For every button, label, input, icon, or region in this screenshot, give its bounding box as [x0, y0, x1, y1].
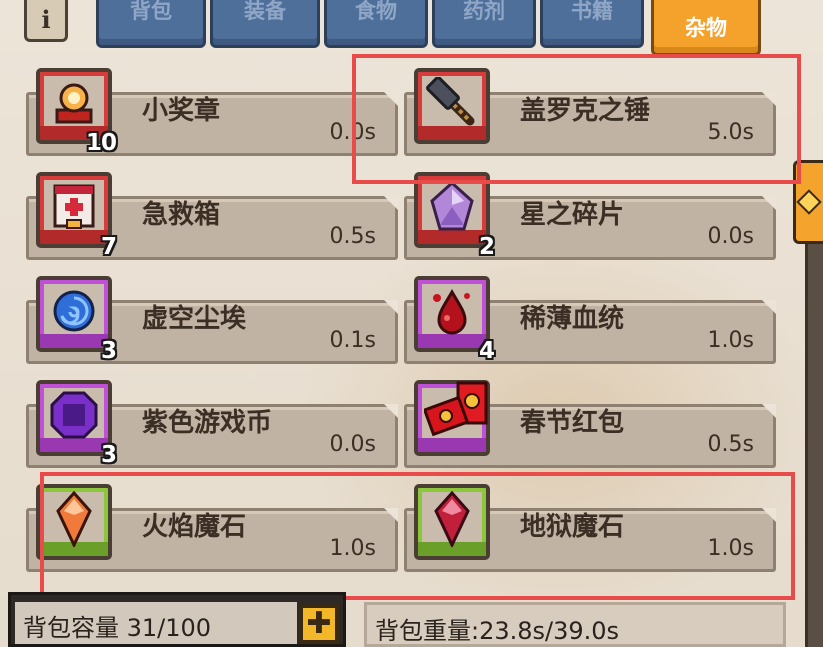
category-tab-bar: i 背包 装备 食物 药剂 书籍 杂物: [0, 0, 823, 56]
item-card-spring-red-envelope[interactable]: 春节红包 0.5s: [404, 380, 776, 472]
item-card-first-aid-kit[interactable]: 7 急救箱 0.5s: [26, 172, 398, 264]
item-name: 虚空尘埃: [142, 304, 247, 334]
item-icon-slot: [414, 380, 490, 456]
tab-potions[interactable]: 药剂: [432, 0, 536, 48]
weight-total-label: 背包重量:23.8s/39.0s: [375, 617, 620, 645]
item-name: 春节红包: [520, 408, 625, 438]
item-weight: 0.0s: [329, 432, 376, 457]
void-dust-icon: [53, 290, 95, 332]
item-card-void-dust[interactable]: 3 虚空尘埃 0.1s: [26, 276, 398, 368]
red-envelope-icon: [424, 381, 488, 437]
item-weight: 0.5s: [329, 224, 376, 249]
item-count: 2: [478, 234, 495, 260]
backpack-weight-panel: 背包重量:23.8s/39.0s: [364, 602, 786, 647]
highlight-box-hammer: [352, 54, 801, 184]
tab-equipment[interactable]: 装备: [210, 0, 320, 48]
item-name: 小奖章: [142, 96, 221, 126]
capacity-label: 背包容量 31/100: [23, 614, 212, 642]
item-card-star-shard[interactable]: 2 星之碎片 0.0s: [404, 172, 776, 264]
item-name: 星之碎片: [520, 200, 625, 230]
tab-food[interactable]: 食物: [324, 0, 428, 48]
item-card-purple-coin[interactable]: 3 紫色游戏币 0.0s: [26, 380, 398, 472]
scroll-rail[interactable]: [805, 244, 823, 647]
highlight-box-gems: [40, 472, 795, 600]
star-shard-icon: [430, 181, 474, 231]
item-weight: 0.1s: [329, 328, 376, 353]
purple-coin-icon: [50, 391, 98, 439]
item-weight: 0.5s: [707, 432, 754, 457]
tab-misc[interactable]: 杂物: [651, 0, 761, 56]
item-count: 3: [100, 338, 117, 364]
item-card-small-medal[interactable]: 10 小奖章 0.0s: [26, 68, 398, 160]
item-weight: 1.0s: [707, 328, 754, 353]
item-count: 4: [478, 338, 495, 364]
plus-icon: ✚: [306, 606, 332, 641]
item-count: 10: [85, 130, 117, 156]
item-weight: 0.0s: [707, 224, 754, 249]
item-icon-slot: 4: [414, 276, 495, 364]
item-name: 急救箱: [142, 200, 221, 230]
item-icon-slot: 3: [36, 276, 117, 364]
item-card-thin-bloodline[interactable]: 4 稀薄血统 1.0s: [404, 276, 776, 368]
item-count: 7: [100, 234, 117, 260]
backpack-capacity-panel: 背包容量 31/100 ✚: [8, 592, 346, 647]
info-button[interactable]: i: [24, 0, 68, 42]
expand-capacity-button[interactable]: ✚: [299, 604, 339, 644]
capacity-field: 背包容量 31/100: [15, 602, 297, 644]
item-icon-slot: 10: [36, 68, 117, 156]
item-icon-slot: 7: [36, 172, 117, 260]
item-name: 稀薄血统: [520, 304, 625, 334]
item-name: 紫色游戏币: [142, 408, 273, 438]
item-count: 3: [100, 442, 117, 468]
tab-backpack[interactable]: 背包: [96, 0, 206, 48]
first-aid-kit-icon: [53, 184, 95, 230]
item-icon-slot: 3: [36, 380, 117, 468]
tab-books[interactable]: 书籍: [540, 0, 644, 48]
medal-icon: [55, 83, 93, 124]
blood-drop-icon: [433, 289, 470, 335]
